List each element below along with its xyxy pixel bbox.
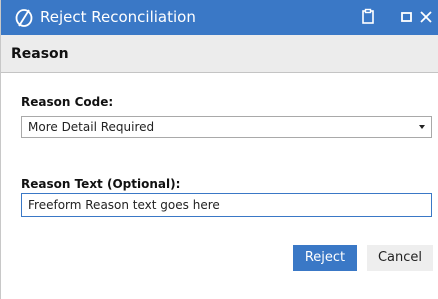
title-bar[interactable]: Reject Reconciliation — [1, 0, 438, 35]
reason-text-input[interactable] — [21, 193, 432, 217]
reason-code-value: More Detail Required — [28, 120, 155, 134]
section-title: Reason — [11, 46, 69, 62]
reason-code-label: Reason Code: — [21, 95, 114, 109]
app-logo-icon — [15, 9, 33, 27]
reason-text-label: Reason Text (Optional): — [21, 177, 181, 191]
dropdown-arrow-icon — [419, 125, 425, 129]
reject-button[interactable]: Reject — [293, 245, 357, 271]
reason-code-dropdown[interactable]: More Detail Required — [21, 116, 432, 138]
window-title: Reject Reconciliation — [40, 8, 196, 26]
section-header: Reason — [1, 35, 438, 73]
maximize-icon[interactable] — [398, 8, 416, 26]
reject-reconciliation-dialog: Reject Reconciliation Reason Reason Code… — [0, 0, 438, 299]
cancel-button[interactable]: Cancel — [367, 245, 433, 271]
clipboard-icon[interactable] — [359, 8, 377, 26]
close-icon[interactable] — [416, 8, 436, 26]
